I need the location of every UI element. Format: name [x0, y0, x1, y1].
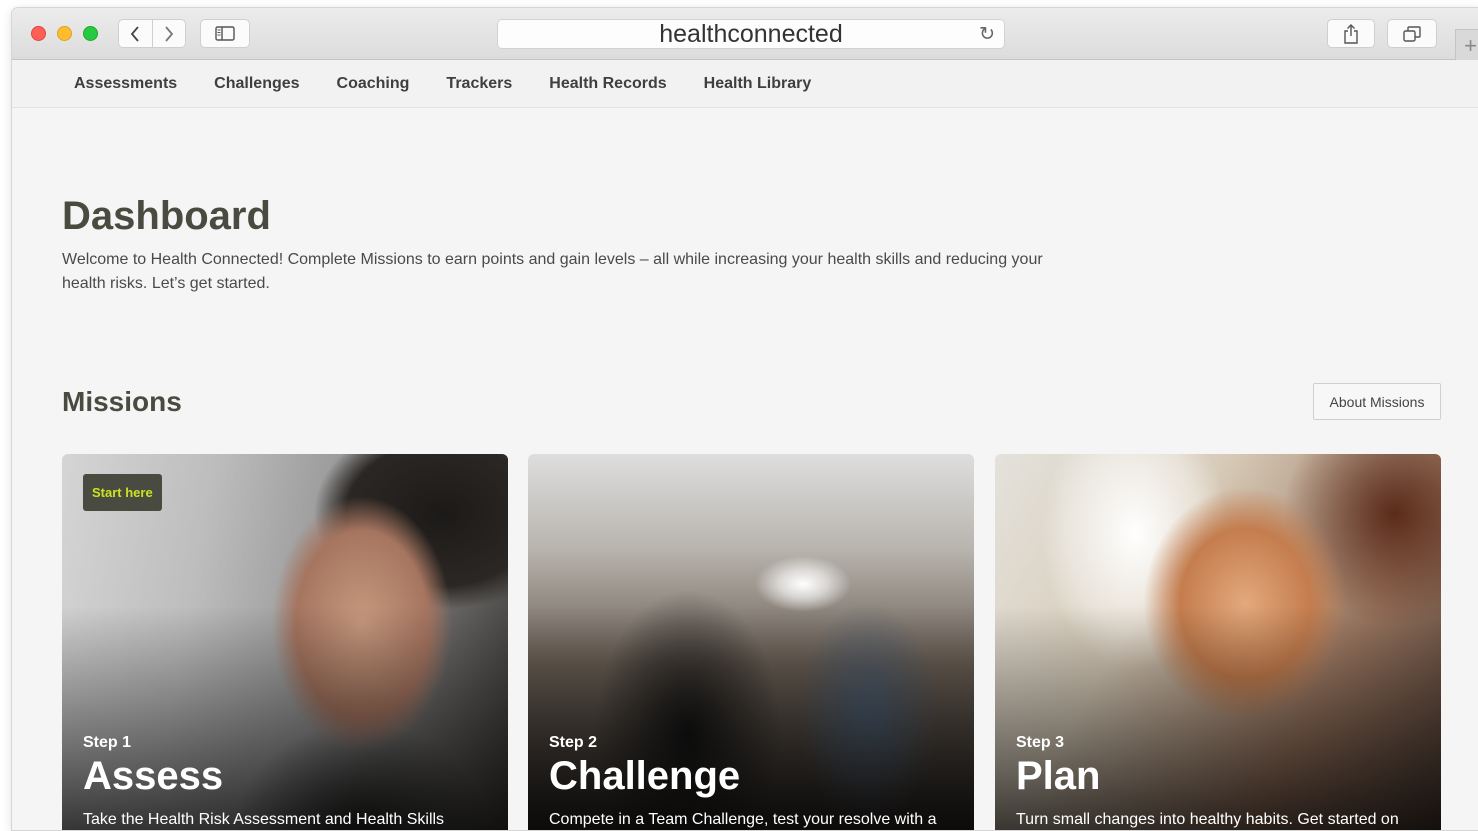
mission-card-challenge[interactable]: Step 2 Challenge Compete in a Team Chall…: [528, 454, 974, 830]
mission-step: Step 1: [83, 734, 132, 751]
page-content: Dashboard Welcome to Health Connected! C…: [12, 108, 1478, 830]
history-nav-group: [118, 19, 186, 48]
nav-item-trackers[interactable]: Trackers: [446, 75, 512, 93]
mission-card-assess[interactable]: Start here Step 1 Assess Take the Health…: [62, 454, 508, 830]
zoom-window-button[interactable]: [83, 26, 98, 41]
site-nav: Assessments Challenges Coaching Trackers…: [12, 60, 1478, 108]
mission-card-plan[interactable]: Step 3 Plan Turn small changes into heal…: [995, 454, 1441, 830]
mission-description: Compete in a Team Challenge, test your r…: [549, 811, 937, 828]
mission-description: Turn small changes into healthy habits. …: [1016, 811, 1399, 828]
mission-name: Assess: [83, 754, 224, 798]
tabs-icon[interactable]: [1387, 19, 1437, 48]
reload-icon[interactable]: ↻: [979, 23, 995, 46]
nav-item-assessments[interactable]: Assessments: [74, 75, 177, 93]
close-window-button[interactable]: [31, 26, 46, 41]
mission-step: Step 3: [1016, 734, 1065, 751]
missions-heading: Missions: [62, 386, 182, 417]
mission-step: Step 2: [549, 734, 598, 751]
plus-icon[interactable]: +: [1455, 29, 1478, 61]
address-bar[interactable]: healthconnected ↻: [497, 19, 1005, 49]
start-here-badge: Start here: [83, 474, 162, 511]
nav-item-health-records[interactable]: Health Records: [549, 75, 666, 93]
nav-item-health-library[interactable]: Health Library: [704, 75, 812, 93]
mission-name: Challenge: [549, 754, 741, 798]
chevron-right-icon[interactable]: [153, 20, 186, 47]
browser-window: healthconnected ↻ + Assessments Challeng…: [12, 8, 1478, 830]
page-title: Dashboard: [62, 194, 271, 238]
welcome-text: Welcome to Health Connected! Complete Mi…: [62, 251, 1043, 292]
nav-item-coaching[interactable]: Coaching: [337, 75, 410, 93]
url-text: healthconnected: [659, 19, 843, 48]
sidebar-icon[interactable]: [200, 19, 250, 48]
about-missions-button[interactable]: About Missions: [1313, 383, 1441, 420]
minimize-window-button[interactable]: [57, 26, 72, 41]
mission-name: Plan: [1016, 754, 1101, 798]
browser-toolbar: healthconnected ↻ +: [12, 8, 1478, 61]
mission-description: Take the Health Risk Assessment and Heal…: [83, 811, 445, 828]
chevron-left-icon[interactable]: [119, 20, 153, 47]
nav-item-challenges[interactable]: Challenges: [214, 75, 299, 93]
share-icon[interactable]: [1327, 19, 1375, 48]
